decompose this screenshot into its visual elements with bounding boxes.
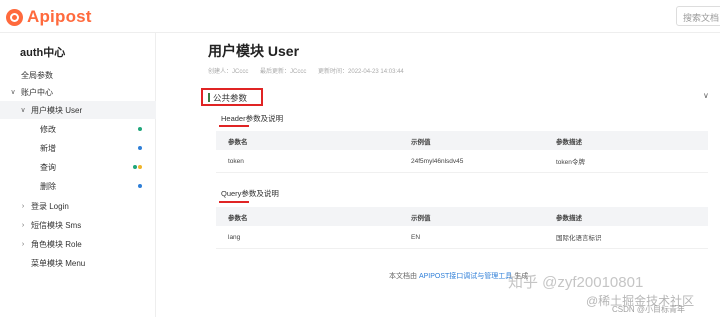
- sidebar-item-label: 修改: [40, 124, 56, 134]
- table-cell: 24f5myl46nlsdv45: [411, 157, 464, 165]
- sidebar-item-label: 菜单模块 Menu: [31, 258, 86, 268]
- updater-text: 最后更新：JCccc: [260, 69, 307, 75]
- sidebar: auth中心 全局参数 ∨ 账户中心 ∨ 用户模块 User 修改 新增 查询 …: [0, 33, 156, 317]
- table-cell: token: [228, 157, 244, 165]
- sidebar-folder-login[interactable]: › 登录 Login: [0, 197, 156, 215]
- sidebar-item-label: 新增: [40, 143, 56, 153]
- sidebar-item-global-params[interactable]: 全局参数: [0, 66, 156, 84]
- section-title-public-params[interactable]: 公共参数: [213, 92, 247, 104]
- table-cell: lang: [228, 233, 241, 241]
- table-header: 参数名 示例值 参数描述: [216, 207, 708, 226]
- sidebar-folder-menu[interactable]: 菜单模块 Menu: [0, 254, 156, 272]
- chevron-down-icon: ∨: [20, 107, 26, 114]
- sidebar-item-query[interactable]: 查询: [0, 158, 156, 176]
- sidebar-item-label: 账户中心: [21, 87, 53, 97]
- doc-meta: 创建人：JCccc 最后更新：JCccc 更新时间：2022-04-23 14:…: [208, 66, 414, 75]
- column-header: 示例值: [411, 214, 431, 222]
- sidebar-item-label: 短信模块 Sms: [31, 220, 82, 230]
- project-title: auth中心: [20, 47, 66, 59]
- table-cell: 国际化语言标识: [556, 235, 602, 242]
- creator-text: 创建人：JCccc: [208, 69, 249, 75]
- sidebar-folder-user-module[interactable]: ∨ 用户模块 User: [0, 101, 156, 119]
- sidebar-folder-account-center[interactable]: ∨ 账户中心: [0, 83, 156, 101]
- column-header: 参数描述: [556, 138, 582, 146]
- highlight-underline: [219, 201, 249, 203]
- sidebar-item-label: 查询: [40, 162, 56, 172]
- header-params-title: Header参数及说明: [221, 114, 284, 123]
- column-header: 参数名: [228, 214, 248, 222]
- apipost-link[interactable]: APIPOST接口调试与管理工具: [419, 273, 512, 280]
- section-marker: [208, 93, 210, 102]
- chevron-down-icon: ∨: [10, 89, 16, 96]
- sidebar-folder-sms[interactable]: › 短信模块 Sms: [0, 216, 156, 234]
- table-row: token 24f5myl46nlsdv45 token令牌: [216, 150, 708, 173]
- sidebar-item-update[interactable]: 修改: [0, 120, 156, 138]
- chevron-down-icon[interactable]: ∨: [703, 91, 709, 100]
- status-dot: [138, 184, 142, 188]
- top-bar: Apipost 搜索文档: [0, 0, 720, 33]
- chevron-right-icon: ›: [21, 240, 25, 248]
- status-dot: [138, 146, 142, 150]
- highlight-underline: [219, 125, 249, 127]
- table-row: lang EN 国际化语言标识: [216, 226, 708, 249]
- sidebar-item-create[interactable]: 新增: [0, 139, 156, 157]
- table-cell: EN: [411, 233, 421, 241]
- column-header: 示例值: [411, 138, 431, 146]
- watermark-zhihu: 知乎 @zyf20010801: [508, 274, 644, 291]
- query-params-title: Query参数及说明: [221, 189, 279, 198]
- logo-text: Apipost: [27, 7, 92, 26]
- column-header: 参数描述: [556, 214, 582, 222]
- watermark-csdn: CSDN @小目标青年: [612, 305, 686, 314]
- query-params-table: 参数名 示例值 参数描述 lang EN 国际化语言标识: [216, 207, 708, 249]
- header-params-table: 参数名 示例值 参数描述 token 24f5myl46nlsdv45 toke…: [216, 131, 708, 173]
- page-title: 用户模块 User: [208, 43, 300, 59]
- sidebar-item-label: 删除: [40, 181, 56, 191]
- sidebar-item-label: 登录 Login: [31, 201, 69, 211]
- chevron-right-icon: ›: [21, 221, 25, 229]
- updated-time-text: 更新时间：2022-04-23 14:03:44: [318, 69, 404, 75]
- sidebar-item-delete[interactable]: 删除: [0, 177, 156, 195]
- table-cell: token令牌: [556, 159, 585, 166]
- search-input[interactable]: 搜索文档: [676, 6, 720, 26]
- sidebar-item-label: 用户模块 User: [31, 105, 83, 115]
- apipost-logo-icon: [6, 8, 23, 26]
- status-dot: [133, 165, 137, 169]
- chevron-right-icon: ›: [21, 202, 25, 210]
- footer-prefix: 本文档由: [389, 273, 417, 280]
- table-header: 参数名 示例值 参数描述: [216, 131, 708, 150]
- sidebar-item-label: 角色模块 Role: [31, 239, 82, 249]
- apipost-logo[interactable]: Apipost: [6, 7, 92, 27]
- status-dot: [138, 165, 142, 169]
- sidebar-folder-role[interactable]: › 角色模块 Role: [0, 235, 156, 253]
- sidebar-item-label: 全局参数: [21, 70, 53, 80]
- column-header: 参数名: [228, 138, 248, 146]
- status-dot: [138, 127, 142, 131]
